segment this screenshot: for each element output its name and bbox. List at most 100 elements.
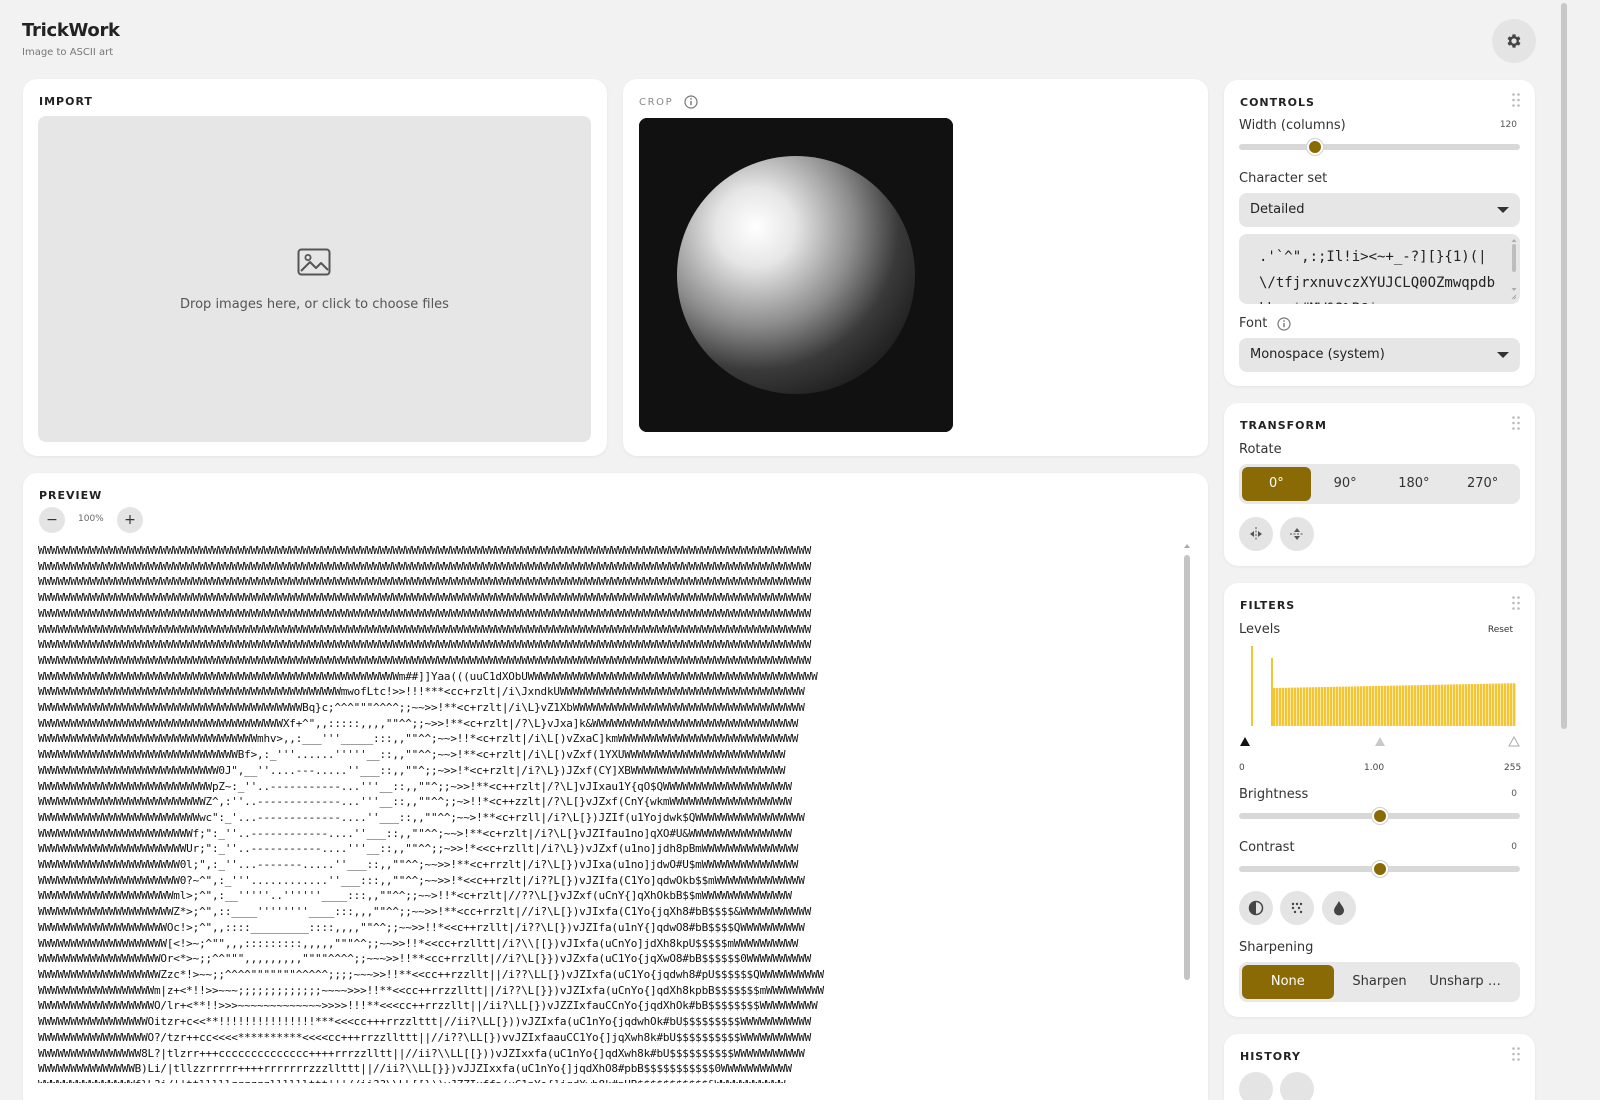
crop-canvas[interactable] — [639, 118, 953, 432]
flip-vertical-button[interactable] — [1280, 517, 1314, 551]
histogram-bar — [1444, 684, 1447, 726]
histogram-bar — [1402, 685, 1405, 726]
histogram-bar — [1369, 686, 1372, 726]
histogram-bar — [1339, 686, 1342, 726]
preview-scroll-thumb[interactable] — [1184, 555, 1190, 980]
info-icon[interactable] — [684, 95, 698, 109]
charset-textarea[interactable]: .'`^",:;Il!i><~+_-?][}{1)(|\/tfjrxnuvczX… — [1239, 234, 1520, 304]
rotate-label: Rotate — [1239, 442, 1282, 457]
filters-panel: FILTERS Levels Reset 0 1.00 255 Brightne… — [1224, 583, 1535, 1017]
histogram-bar — [1498, 683, 1501, 726]
width-slider-knob[interactable] — [1306, 139, 1323, 155]
contrast-slider-knob[interactable] — [1371, 861, 1388, 877]
histogram-bar — [1486, 683, 1489, 726]
histogram-bar — [1501, 683, 1504, 726]
levels-histogram — [1251, 646, 1516, 726]
app-title: TrickWork — [22, 20, 120, 41]
brightness-slider-knob[interactable] — [1371, 808, 1388, 824]
histogram-bar — [1492, 683, 1495, 726]
grayscale-button[interactable] — [1322, 891, 1356, 925]
histogram-bar — [1282, 687, 1285, 726]
chevron-down-icon — [1497, 352, 1509, 358]
histogram-bar — [1251, 646, 1253, 726]
image-dropzone[interactable]: Drop images here, or click to choose fil… — [38, 116, 591, 442]
rotate-segmented-control: 0° 90° 180° 270° — [1239, 464, 1520, 504]
charset-scrollbar[interactable] — [1511, 238, 1517, 300]
levels-reset-button[interactable]: Reset — [1488, 625, 1513, 635]
levels-midpoint-handle[interactable] — [1375, 737, 1385, 746]
histogram-bar — [1474, 683, 1477, 726]
flip-horizontal-icon — [1250, 527, 1262, 541]
histogram-bar — [1276, 687, 1279, 726]
redo-button[interactable] — [1280, 1072, 1314, 1100]
info-icon[interactable] — [1277, 316, 1292, 331]
brightness-slider[interactable] — [1239, 808, 1520, 824]
histogram-bar — [1426, 684, 1429, 726]
dither-button[interactable] — [1280, 891, 1314, 925]
histogram-bar — [1309, 687, 1312, 726]
histogram-bar — [1465, 684, 1468, 726]
drop-icon — [1334, 901, 1344, 916]
invert-button[interactable] — [1239, 891, 1273, 925]
contrast-value: 0 — [1511, 842, 1517, 852]
rotate-option[interactable]: 0° — [1242, 467, 1311, 501]
histogram-bar — [1429, 684, 1432, 726]
histogram-bar — [1510, 683, 1513, 726]
histogram-bar — [1279, 687, 1282, 726]
histogram-bar — [1300, 687, 1303, 726]
zoom-in-button[interactable]: + — [117, 507, 143, 533]
crop-preview-image — [639, 118, 953, 432]
history-title: HISTORY — [1240, 1050, 1301, 1063]
histogram-bar — [1489, 683, 1492, 726]
sharpening-option[interactable]: Unsharp mask — [1425, 965, 1517, 999]
histogram-bar — [1432, 684, 1435, 726]
histogram-bar — [1387, 685, 1390, 726]
flip-horizontal-button[interactable] — [1239, 517, 1273, 551]
charset-selected: Detailed — [1250, 202, 1305, 217]
history-panel: HISTORY — [1224, 1034, 1535, 1100]
contrast-label: Contrast — [1239, 840, 1295, 855]
histogram-bar — [1351, 686, 1354, 726]
page-scrollbar[interactable] — [1560, 0, 1568, 735]
ascii-output-area[interactable]: WWWWWWWWWWWWWWWWWWWWWWWWWWWWWWWWWWWWWWWW… — [38, 543, 1178, 1083]
histogram-bar — [1456, 684, 1459, 726]
zoom-out-button[interactable]: − — [39, 507, 65, 533]
import-panel: IMPORT Drop images here, or click to cho… — [23, 79, 607, 456]
controls-panel: CONTROLS Width (columns) 120 Character s… — [1224, 80, 1535, 386]
undo-button[interactable] — [1239, 1072, 1273, 1100]
histogram-bar — [1345, 686, 1348, 726]
font-label-text: Font — [1239, 316, 1268, 331]
histogram-bar — [1357, 686, 1360, 726]
import-title: IMPORT — [39, 95, 93, 108]
settings-button[interactable] — [1492, 19, 1536, 63]
histogram-bar — [1480, 683, 1483, 726]
histogram-bar — [1354, 686, 1357, 726]
image-icon — [297, 248, 331, 276]
brightness-label: Brightness — [1239, 787, 1309, 802]
scroll-up-icon[interactable] — [1183, 543, 1191, 549]
drag-handle-icon[interactable] — [1511, 595, 1521, 611]
contrast-slider[interactable] — [1239, 861, 1520, 877]
font-select[interactable]: Monospace (system) — [1239, 338, 1520, 372]
rotate-option[interactable]: 180° — [1380, 467, 1449, 501]
sharpening-option[interactable]: Sharpen — [1334, 965, 1426, 999]
histogram-bar — [1378, 685, 1381, 726]
histogram-bar — [1366, 686, 1369, 726]
rotate-option[interactable]: 90° — [1311, 467, 1380, 501]
chevron-down-icon — [1497, 207, 1509, 213]
drag-handle-icon[interactable] — [1511, 415, 1521, 431]
page-scroll-thumb[interactable] — [1561, 3, 1567, 729]
drag-handle-icon[interactable] — [1511, 92, 1521, 108]
sharpening-option[interactable]: None — [1242, 965, 1334, 999]
histogram-bar — [1468, 684, 1471, 726]
preview-scrollbar[interactable] — [1183, 543, 1191, 993]
histogram-bar — [1330, 686, 1333, 726]
drag-handle-icon[interactable] — [1511, 1046, 1521, 1062]
charset-select[interactable]: Detailed — [1239, 193, 1520, 227]
width-slider[interactable] — [1239, 139, 1520, 155]
levels-white-point-handle[interactable] — [1508, 736, 1520, 747]
transform-panel: TRANSFORM Rotate 0° 90° 180° 270° — [1224, 403, 1535, 566]
charset-label: Character set — [1239, 171, 1328, 186]
levels-black-point-handle[interactable] — [1240, 737, 1250, 746]
rotate-option[interactable]: 270° — [1448, 467, 1517, 501]
